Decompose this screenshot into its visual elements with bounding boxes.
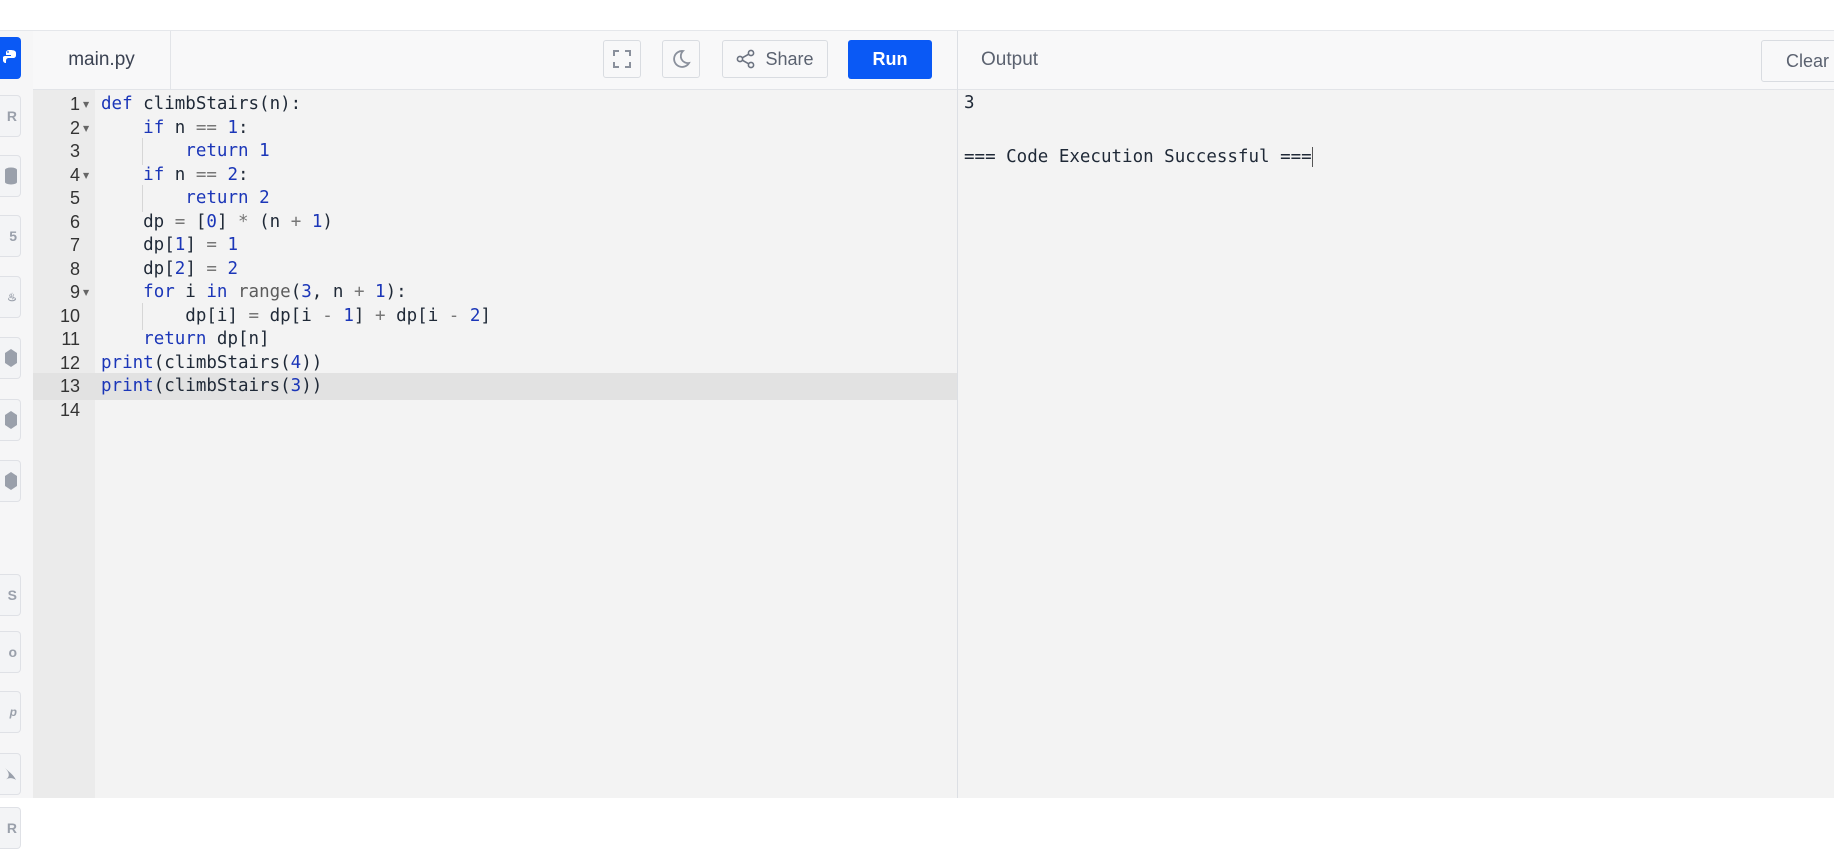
rust-icon: R (6, 820, 17, 836)
moon-icon (673, 50, 691, 68)
theme-toggle-button[interactable] (662, 40, 700, 78)
output-title: Output (981, 49, 1039, 70)
share-icon (737, 49, 755, 69)
sidebar-item-cpp[interactable] (0, 337, 21, 379)
fullscreen-button[interactable] (603, 40, 641, 78)
run-button[interactable]: Run (848, 40, 932, 79)
code-line[interactable]: 14 (33, 397, 957, 424)
sidebar-item-r[interactable]: R (0, 95, 21, 137)
sidebar-item-php[interactable]: p (0, 691, 21, 733)
file-tab-main-py[interactable]: main.py (33, 31, 171, 89)
clear-button[interactable]: Clear (1761, 40, 1834, 82)
sidebar-item-c[interactable] (0, 399, 21, 441)
sidebar-item-javascript[interactable]: S (0, 574, 21, 616)
text-cursor (1311, 147, 1313, 167)
cplusplus-icon (5, 349, 17, 367)
output-console[interactable]: 3 === Code Execution Successful === (958, 90, 1834, 798)
output-header: Output Clear (958, 31, 1834, 90)
fullscreen-icon (613, 50, 631, 68)
database-icon (5, 167, 17, 185)
editor-header: main.py Share Run (33, 31, 957, 90)
sidebar-item-html[interactable]: 5 (0, 215, 21, 257)
sidebar-item-csharp[interactable] (0, 460, 21, 502)
output-line-status: === Code Execution Successful === (964, 144, 1313, 171)
r-icon: R (6, 108, 17, 124)
sidebar-item-java[interactable]: ♨ (0, 276, 21, 318)
php-icon: p (9, 705, 17, 719)
line-number: 14 (59, 399, 80, 420)
sidebar-item-sql[interactable] (0, 155, 21, 197)
csharp-icon (5, 472, 17, 490)
swift-icon (5, 768, 16, 780)
c-icon (5, 411, 17, 429)
sidebar-item-swift[interactable] (0, 753, 21, 795)
execution-status-text: === Code Execution Successful === (964, 147, 1312, 167)
sidebar-item-rust[interactable]: R (0, 807, 21, 849)
code-editor[interactable]: 1 ▼ def climbStairs(n): 2 ▼ if n == 1: 3 retu… (33, 90, 957, 798)
share-button[interactable]: Share (722, 40, 828, 78)
language-sidebar: R 5 ♨ S o p R (0, 31, 34, 849)
html5-icon: 5 (9, 228, 17, 244)
javascript-icon: S (7, 587, 17, 603)
go-icon: o (8, 644, 17, 660)
sidebar-item-python[interactable] (0, 37, 21, 79)
browser-top-strip (0, 0, 1834, 31)
output-line: 3 (964, 93, 975, 113)
share-label: Share (765, 48, 814, 69)
java-icon: ♨ (7, 291, 17, 304)
sidebar-item-go[interactable]: o (0, 631, 21, 673)
python-icon (3, 50, 16, 63)
